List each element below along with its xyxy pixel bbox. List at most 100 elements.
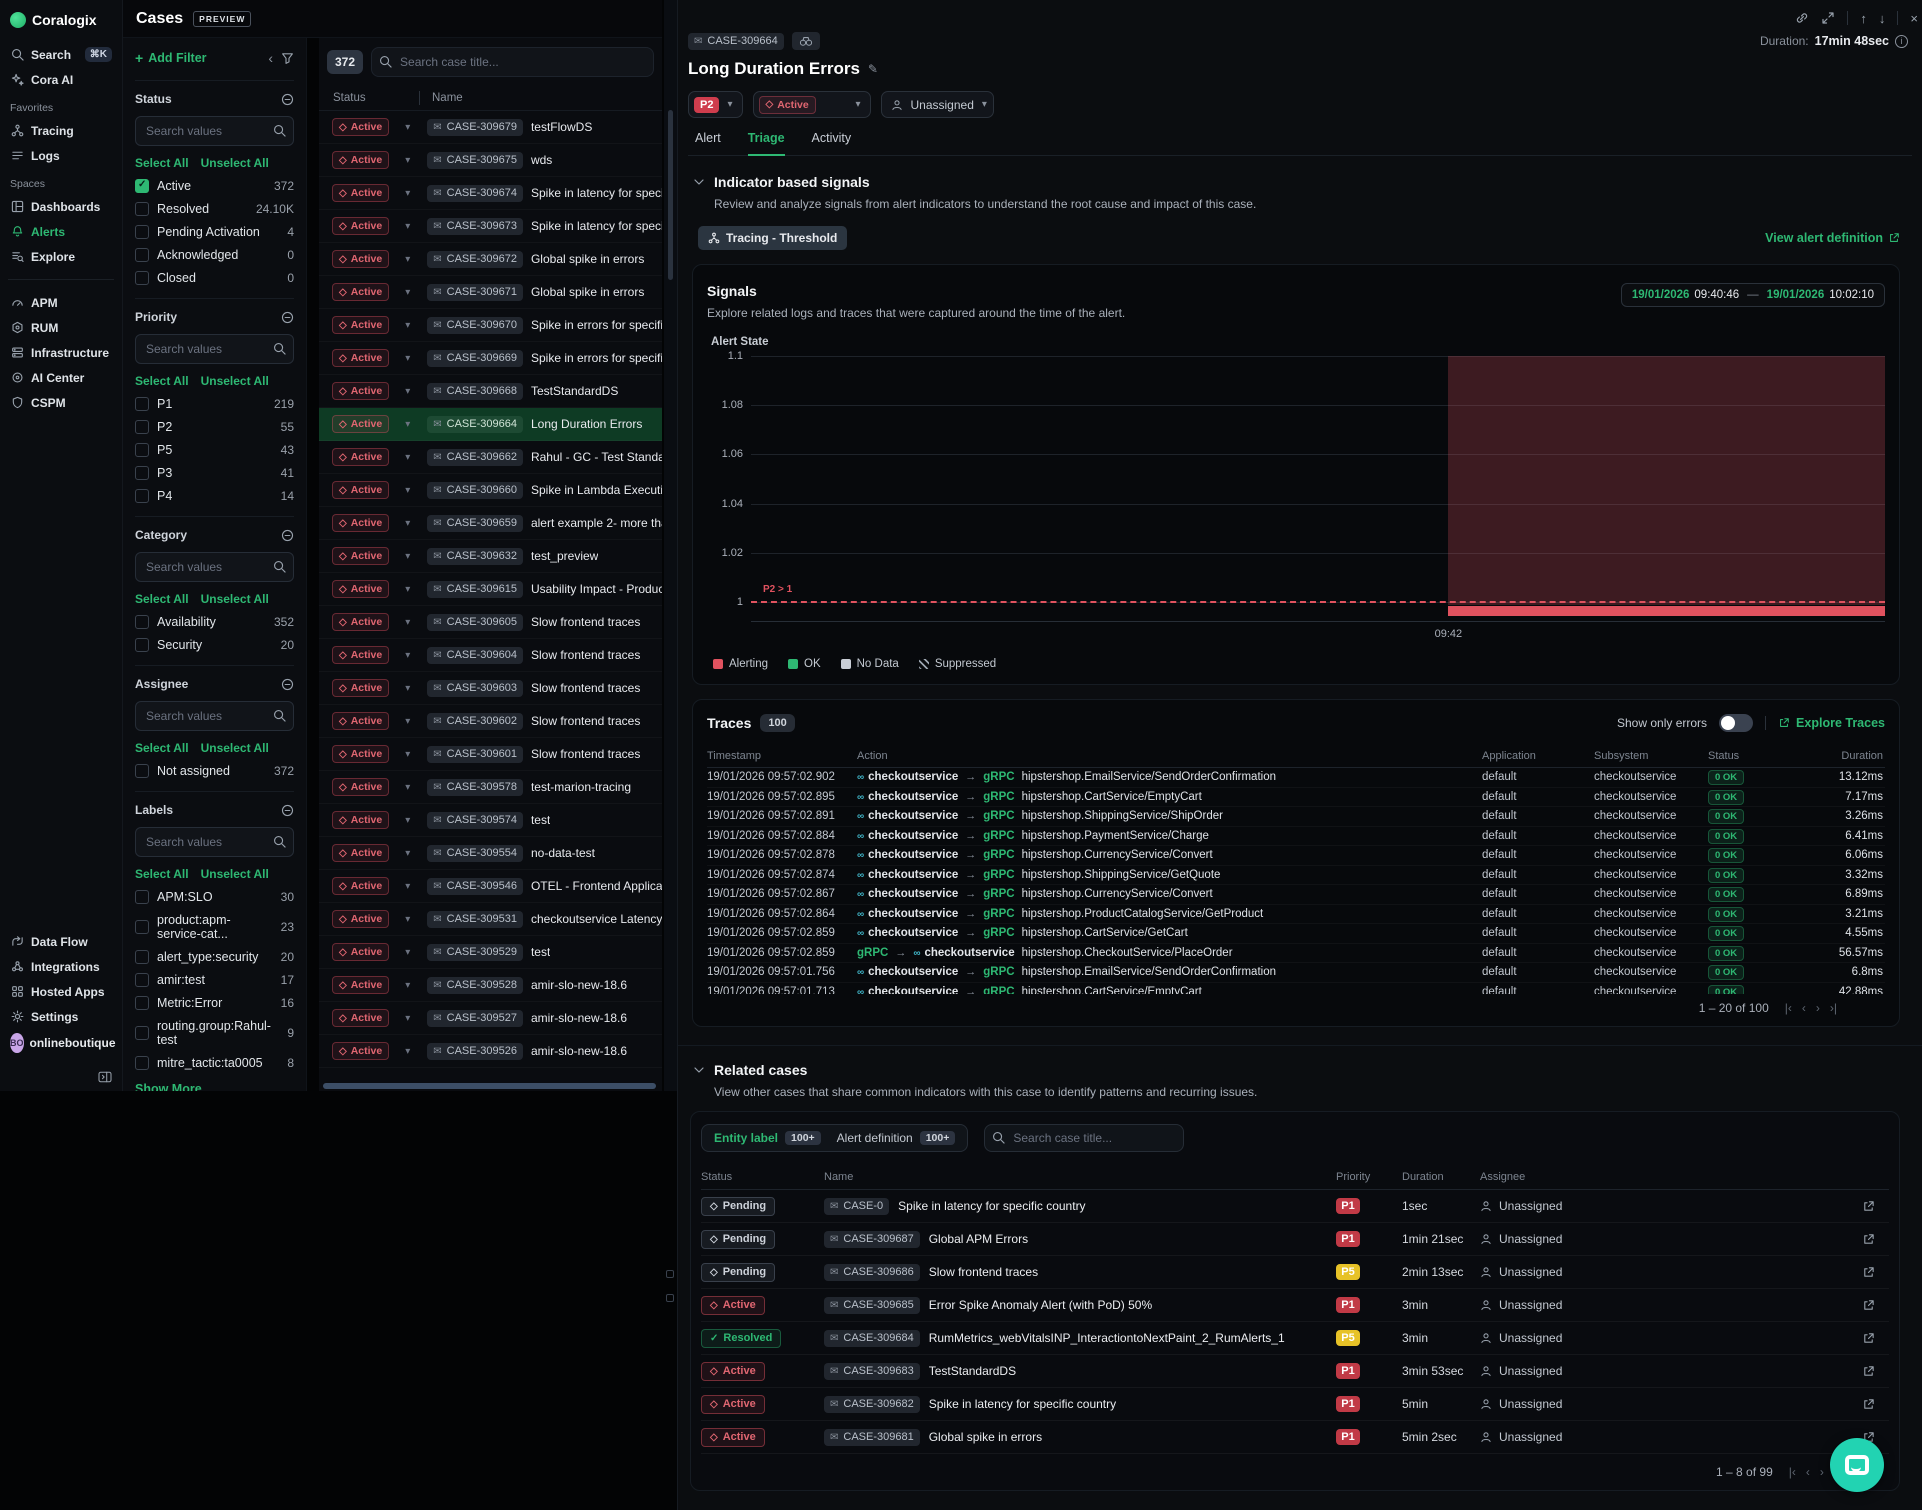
chevron-down-icon[interactable]: ▾ — [405, 155, 410, 166]
collapse-section-icon[interactable] — [281, 804, 294, 817]
related-case-row[interactable]: Active ✉CASE-309683 TestStandardDS P1 3m… — [701, 1355, 1889, 1388]
next-page-icon[interactable]: › — [1816, 1001, 1820, 1015]
filter-option[interactable]: product:apm-service-cat...23 — [135, 913, 294, 941]
case-row[interactable]: ◇Active ▾ ✉CASE-309602 Slow frontend tra… — [319, 705, 662, 738]
case-row[interactable]: ◇Active ▾ ✉CASE-309578 test-marion-traci… — [319, 771, 662, 804]
select-all-link[interactable]: Select All — [135, 374, 189, 388]
checkbox[interactable] — [135, 489, 149, 503]
open-case-icon[interactable] — [1730, 1233, 1889, 1246]
collapse-chevron-icon[interactable] — [692, 175, 706, 189]
trace-row[interactable]: 19/01/2026 09:57:02.895 checkoutservice … — [707, 788, 1885, 808]
case-row[interactable]: ◇Active ▾ ✉CASE-309531 checkoutservice L… — [319, 903, 662, 936]
case-row[interactable]: ◇Active ▾ ✉CASE-309615 Usability Impact … — [319, 573, 662, 606]
priority-dropdown[interactable]: P2 ▾ — [688, 91, 743, 118]
case-search-input[interactable] — [371, 47, 654, 77]
filter-search-input[interactable] — [135, 334, 294, 364]
chevron-down-icon[interactable]: ▾ — [405, 617, 410, 628]
filter-option[interactable]: APM:SLO30 — [135, 890, 294, 904]
add-filter-button[interactable]: +Add Filter — [135, 50, 207, 66]
sidebar-item-cora-ai[interactable]: Cora AI — [8, 67, 114, 92]
open-case-icon[interactable] — [1730, 1299, 1889, 1312]
sidebar-item-logs[interactable]: Logs — [8, 143, 114, 168]
collapse-section-icon[interactable] — [281, 93, 294, 106]
chevron-down-icon[interactable]: ▾ — [405, 683, 410, 694]
account-switcher[interactable]: BO onlineboutique — [8, 1029, 114, 1057]
trace-row[interactable]: 19/01/2026 09:57:02.859 gRPC → checkouts… — [707, 944, 1885, 964]
chevron-down-icon[interactable]: ▾ — [405, 485, 410, 496]
collapse-section-icon[interactable] — [281, 311, 294, 324]
chevron-down-icon[interactable]: ▾ — [405, 254, 410, 265]
sidebar-item-alerts[interactable]: Alerts — [8, 219, 114, 244]
case-row[interactable]: ◇Active ▾ ✉CASE-309601 Slow frontend tra… — [319, 738, 662, 771]
filter-option[interactable]: P414 — [135, 489, 294, 503]
case-row[interactable]: ◇Active ▾ ✉CASE-309669 Spike in errors f… — [319, 342, 662, 375]
open-case-icon[interactable] — [1730, 1266, 1889, 1279]
chevron-down-icon[interactable]: ▾ — [405, 419, 410, 430]
filter-option[interactable]: Resolved24.10K — [135, 202, 294, 216]
checkbox[interactable] — [135, 420, 149, 434]
case-row[interactable]: ◇Active ▾ ✉CASE-309546 OTEL - Frontend A… — [319, 870, 662, 903]
case-row[interactable]: ◇Active ▾ ✉CASE-309674 Spike in latency … — [319, 177, 662, 210]
checkbox[interactable] — [135, 443, 149, 457]
checkbox[interactable] — [135, 202, 149, 216]
collapse-filters-icon[interactable]: ‹ — [268, 50, 273, 66]
related-case-row[interactable]: Pending ✉CASE-0 Spike in latency for spe… — [701, 1190, 1889, 1223]
filter-option[interactable]: Acknowledged0 — [135, 248, 294, 262]
filter-search-input[interactable] — [135, 116, 294, 146]
related-case-row[interactable]: Active ✉CASE-309681 Global spike in erro… — [701, 1421, 1889, 1454]
expand-icon[interactable] — [1821, 11, 1835, 25]
checkbox[interactable] — [135, 890, 149, 904]
chevron-down-icon[interactable]: ▾ — [405, 518, 410, 529]
filter-option[interactable]: Closed0 — [135, 271, 294, 285]
filter-option[interactable]: P255 — [135, 420, 294, 434]
next-case-icon[interactable]: ↓ — [1879, 11, 1886, 26]
case-row[interactable]: ◇Active ▾ ✉CASE-309659 alert example 2- … — [319, 507, 662, 540]
trace-row[interactable]: 19/01/2026 09:57:02.891 checkoutservice … — [707, 807, 1885, 827]
related-search-input[interactable] — [984, 1124, 1184, 1152]
case-row[interactable]: ◇Active ▾ ✉CASE-309671 Global spike in e… — [319, 276, 662, 309]
checkbox[interactable] — [135, 271, 149, 285]
trace-row[interactable]: 19/01/2026 09:57:01.713 checkoutservice … — [707, 983, 1885, 995]
case-row[interactable]: ◇Active ▾ ✉CASE-309574 test — [319, 804, 662, 837]
unselect-all-link[interactable]: Unselect All — [201, 592, 269, 606]
status-dropdown[interactable]: ◇Active ▾ — [753, 91, 871, 118]
sidebar-item-integrations[interactable]: Integrations — [8, 954, 114, 979]
prev-page-icon[interactable]: ‹ — [1802, 1001, 1806, 1015]
related-case-row[interactable]: Resolved ✉CASE-309684 RumMetrics_webVita… — [701, 1322, 1889, 1355]
investigate-button[interactable] — [792, 32, 820, 50]
horizontal-scrollbar[interactable] — [323, 1083, 656, 1089]
case-row[interactable]: ◇Active ▾ ✉CASE-309675 wds — [319, 144, 662, 177]
checkbox[interactable] — [135, 920, 149, 934]
tab-entity-label[interactable]: Entity label100+ — [714, 1131, 821, 1145]
chevron-down-icon[interactable]: ▾ — [405, 749, 410, 760]
trace-row[interactable]: 19/01/2026 09:57:02.864 checkoutservice … — [707, 905, 1885, 925]
case-row[interactable]: ◇Active ▾ ✉CASE-309662 Rahul - GC - Test… — [319, 441, 662, 474]
sidebar-item-data-flow[interactable]: Data Flow — [8, 929, 114, 954]
case-row[interactable]: ◇Active ▾ ✉CASE-309526 amir-slo-new-18.6 — [319, 1035, 662, 1068]
sidebar-item-hosted-apps[interactable]: Hosted Apps — [8, 979, 114, 1004]
sidebar-item-ai-center[interactable]: AI Center — [8, 365, 114, 390]
collapse-section-icon[interactable] — [281, 529, 294, 542]
sidebar-item-apm[interactable]: APM — [8, 290, 114, 315]
filter-option[interactable]: routing.group:Rahul-test9 — [135, 1019, 294, 1047]
chevron-down-icon[interactable]: ▾ — [405, 881, 410, 892]
previous-case-icon[interactable]: ↑ — [1860, 11, 1867, 26]
case-row[interactable]: ◇Active ▾ ✉CASE-309605 Slow frontend tra… — [319, 606, 662, 639]
first-page-icon[interactable]: |‹ — [1789, 1465, 1796, 1479]
case-row[interactable]: ◇Active ▾ ✉CASE-309603 Slow frontend tra… — [319, 672, 662, 705]
chevron-down-icon[interactable]: ▾ — [405, 353, 410, 364]
scrollbar-handle[interactable] — [668, 110, 673, 280]
sidebar-item-infrastructure[interactable]: Infrastructure — [8, 340, 114, 365]
next-page-icon[interactable]: › — [1820, 1465, 1824, 1479]
filter-option[interactable]: Not assigned372 — [135, 764, 294, 778]
unselect-all-link[interactable]: Unselect All — [201, 374, 269, 388]
filter-search-input[interactable] — [135, 827, 294, 857]
case-row[interactable]: ◇Active ▾ ✉CASE-309554 no-data-test — [319, 837, 662, 870]
checkbox[interactable] — [135, 638, 149, 652]
checkbox[interactable] — [135, 397, 149, 411]
collapse-section-icon[interactable] — [281, 678, 294, 691]
unselect-all-link[interactable]: Unselect All — [201, 156, 269, 170]
trace-row[interactable]: 19/01/2026 09:57:02.859 checkoutservice … — [707, 924, 1885, 944]
filter-search-input[interactable] — [135, 552, 294, 582]
show-more-link[interactable]: Show More... — [135, 1082, 294, 1091]
